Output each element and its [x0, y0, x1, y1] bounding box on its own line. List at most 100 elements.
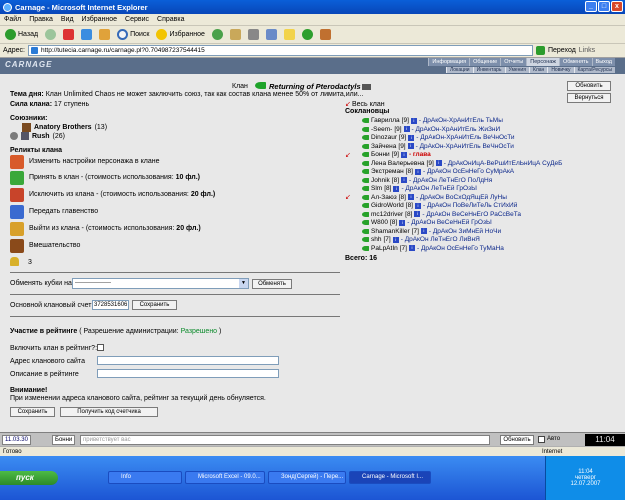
member-pointer-icon: ↙	[345, 194, 351, 201]
desc-input[interactable]	[97, 369, 279, 378]
action-accept[interactable]: Принять в клан - (стоимость использовани…	[29, 174, 200, 181]
action-intervention[interactable]: Вмешательство	[29, 242, 80, 249]
edit-button[interactable]	[264, 27, 279, 42]
favorites-button[interactable]: Избранное	[154, 27, 206, 42]
intervention-relic-icon[interactable]	[10, 239, 24, 253]
stop-icon	[63, 29, 75, 40]
auto-checkbox[interactable]	[538, 436, 545, 443]
nav-info[interactable]: Информация	[428, 58, 470, 66]
member-info-icon[interactable]: i	[415, 202, 421, 209]
save-account-button[interactable]: Сохранить	[132, 300, 177, 310]
member-info-icon[interactable]: i	[414, 168, 421, 175]
ally-item[interactable]: Rush (26)	[10, 132, 65, 140]
chat-name[interactable]: Бонни	[52, 435, 76, 445]
member-info-icon[interactable]: i	[400, 151, 407, 158]
subnav-inventory[interactable]: Инвентарь	[472, 67, 505, 73]
accept-relic-icon[interactable]	[10, 171, 24, 185]
links-button[interactable]: Links	[579, 47, 595, 54]
exchange-select[interactable]: ------------------ ▼	[72, 278, 249, 289]
member-info-icon[interactable]: i	[393, 185, 400, 192]
messenger-button[interactable]	[300, 27, 315, 42]
member-info-icon[interactable]: i	[407, 143, 414, 149]
save-rating-button[interactable]: Сохранить	[10, 407, 55, 417]
nav-refresh[interactable]: Обменять	[558, 58, 592, 66]
member-info-icon[interactable]: i	[392, 236, 399, 243]
task-info[interactable]: Info	[108, 471, 182, 484]
start-button[interactable]: пуск	[0, 471, 58, 485]
menu-view[interactable]: Вид	[61, 16, 74, 23]
member-info-icon[interactable]: i	[410, 117, 417, 124]
member-title: - ДрАкОн ОсЕнНеГо ТуМаНа	[416, 244, 504, 252]
return-button[interactable]: Вернуться	[567, 93, 611, 103]
nav-chat[interactable]: Общение	[469, 58, 501, 66]
nav-character[interactable]: Персонаж	[526, 58, 559, 66]
settings-relic-icon[interactable]	[10, 155, 24, 169]
folder-button[interactable]	[282, 27, 297, 42]
forward-button[interactable]	[43, 27, 58, 42]
search-button[interactable]: Поиск	[115, 27, 151, 42]
clan-member-row[interactable]: PaLpAtIn [7] i - ДрАкОн ОсЕнНеГо ТуМаНа	[362, 244, 504, 253]
action-settings[interactable]: Изменить настройки персонажа в клане	[29, 158, 159, 165]
member-title: - ДрАкОн ОсЕнНеГо СуМрАкА	[422, 168, 515, 175]
subnav-skills[interactable]: Умения	[504, 67, 529, 73]
include-checkbox[interactable]	[97, 344, 104, 351]
nav-reports[interactable]: Отчеты	[500, 58, 527, 66]
close-button[interactable]: x	[611, 1, 623, 12]
status-zone: Internet	[542, 448, 563, 455]
menu-file[interactable]: Файл	[4, 16, 21, 23]
member-name: ShamanKiller	[371, 227, 410, 235]
menu-favorites[interactable]: Избранное	[82, 16, 117, 23]
ally-count: (26)	[52, 132, 65, 140]
member-level: [8]	[405, 168, 413, 175]
site-input[interactable]	[97, 356, 279, 365]
maximize-button[interactable]: □	[598, 1, 610, 12]
task-ie[interactable]: Carnage - Microsoft I...	[349, 471, 431, 484]
transfer-relic-icon[interactable]	[10, 205, 24, 219]
member-info-icon[interactable]: i	[401, 177, 408, 183]
leave-relic-icon[interactable]	[10, 222, 24, 236]
print-button[interactable]	[246, 27, 261, 42]
chat-refresh-button[interactable]: Обновить	[500, 435, 534, 445]
member-info-icon[interactable]: i	[403, 126, 410, 132]
members-list: Гаврилла [9] i - ДрАкОн-ХрАнИтЕль ТьМы -Seem…	[345, 116, 622, 266]
tool-button[interactable]	[318, 27, 333, 42]
back-button[interactable]: Назад	[3, 27, 40, 42]
get-counter-button[interactable]: Получить код счетчика	[60, 407, 158, 417]
account-input[interactable]: 3728531606	[92, 300, 129, 310]
member-info-icon[interactable]: i	[408, 134, 415, 141]
member-info-icon[interactable]: i	[407, 194, 414, 200]
task-excel[interactable]: Microsoft Excel - 09.0...	[185, 471, 265, 484]
member-level: [9]	[394, 125, 402, 133]
menu-edit[interactable]: Правка	[29, 16, 53, 23]
subnav-newbie[interactable]: Новичку	[547, 67, 574, 73]
minimize-button[interactable]: _	[585, 1, 597, 12]
home-button[interactable]	[97, 27, 112, 42]
mail-button[interactable]	[228, 27, 243, 42]
action-exclude[interactable]: Исключить из клана - (стоимость использо…	[29, 191, 215, 198]
address-input[interactable]: http://tutecia.carnage.ru/carnage.pl?0.7…	[27, 45, 533, 56]
subnav-locations[interactable]: Локации	[446, 67, 473, 73]
action-leave[interactable]: Выйти из клана - (стоимость использовани…	[29, 225, 201, 232]
clan-flag-icon	[362, 186, 369, 191]
exchange-button[interactable]: Обменять	[252, 279, 292, 289]
task-mail[interactable]: Зонд(Сергей) - Пере...	[268, 471, 346, 484]
subnav-map[interactable]: Карта/Ресурсы	[573, 67, 615, 73]
member-info-icon[interactable]: i	[408, 245, 415, 251]
nav-exit[interactable]: Выход	[591, 58, 615, 66]
stop-button[interactable]	[61, 27, 76, 42]
refresh-page-button[interactable]: Обновить	[567, 81, 611, 91]
go-button[interactable]: Переход	[548, 47, 576, 54]
menu-help[interactable]: Справка	[157, 16, 184, 23]
exclude-relic-icon[interactable]	[10, 188, 24, 202]
action-transfer[interactable]: Передать главенство	[29, 208, 98, 215]
member-info-icon[interactable]: i	[414, 211, 421, 217]
chat-input[interactable]: приветствует вас	[80, 435, 490, 445]
member-info-icon[interactable]: i	[420, 228, 427, 234]
ally-item[interactable]: Anatory Brothers (13)	[22, 123, 107, 132]
subnav-clan[interactable]: Клан	[528, 67, 548, 73]
member-info-icon[interactable]: i	[399, 219, 406, 226]
menu-tools[interactable]: Сервис	[125, 16, 149, 23]
refresh-button[interactable]	[79, 27, 94, 42]
member-info-icon[interactable]: i	[435, 160, 442, 166]
history-button[interactable]	[210, 27, 225, 42]
